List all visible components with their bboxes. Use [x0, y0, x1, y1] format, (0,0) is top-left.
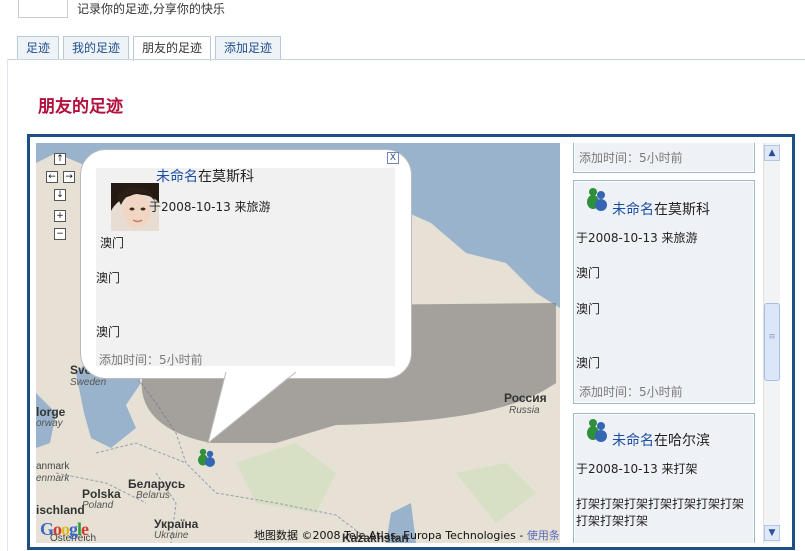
feed-place: 在哈尔滨: [654, 433, 710, 449]
close-icon[interactable]: X: [387, 152, 399, 164]
info-window-tail: [207, 371, 297, 445]
popup-line: 澳门: [96, 271, 121, 285]
tab-my-footprints[interactable]: 我的足迹: [63, 36, 130, 59]
pan-right-button[interactable]: →: [63, 171, 75, 183]
map-label-russia: Россия: [504, 391, 547, 405]
scroll-down-button[interactable]: ▼: [764, 525, 780, 541]
tab-add-footprint[interactable]: 添加足迹: [215, 36, 282, 59]
scrollbar-grip-icon: ≡: [768, 332, 776, 342]
scrollbar-thumb[interactable]: ≡: [764, 303, 780, 381]
pan-left-button[interactable]: ←: [46, 171, 58, 183]
map-label-germany: ischland: [36, 503, 85, 517]
popup-line: 澳门: [96, 325, 121, 339]
popup-title: 未命名在莫斯科: [156, 166, 254, 186]
map-label-ukraine-latin: Ukraine: [154, 530, 189, 541]
map-label-poland: Polska: [82, 487, 121, 501]
info-window-content: 未命名在莫斯科 于2008-10-13 来旅游 澳门 澳门 澳门 添加时间：5小…: [96, 166, 395, 367]
popup-added-time: 添加时间：5小时前: [99, 353, 203, 367]
feed-user-link[interactable]: 未命名: [612, 433, 654, 449]
scroll-up-button[interactable]: ▲: [764, 145, 780, 161]
tab-friends-footprints[interactable]: 朋友的足迹: [133, 36, 212, 61]
popup-place: 在莫斯科: [198, 169, 254, 185]
feed-line: 澳门: [576, 266, 601, 280]
map-label-belarus-latin: Belarus: [136, 490, 170, 501]
map-label-poland-latin: Poland: [82, 500, 114, 511]
map-label-ukraine: Україна: [154, 517, 199, 531]
feed-card: 未命名在莫斯科 于2008-10-13 来旅游 澳门 澳门 澳门 添加时间：5小…: [573, 180, 755, 404]
feed-line: 澳门: [576, 356, 601, 370]
zoom-out-button[interactable]: −: [54, 228, 66, 240]
zoom-in-button[interactable]: +: [54, 210, 66, 222]
info-window: 未命名在莫斯科 于2008-10-13 来旅游 澳门 澳门 澳门 添加时间：5小…: [80, 149, 412, 379]
popup-user-link[interactable]: 未命名: [156, 169, 198, 185]
pan-down-button[interactable]: ↓: [54, 189, 66, 201]
feed-added-time: 添加时间：5小时前: [579, 151, 683, 165]
map-panel: Россия Russia Sve Sweden lorge orway anm…: [27, 134, 795, 550]
tab-divider: [7, 59, 805, 60]
map-label-norway-latin: orway: [36, 418, 63, 429]
pan-up-button[interactable]: ↑: [54, 153, 66, 165]
feed-date-line: 于2008-10-13 来打架: [576, 462, 698, 476]
map-label-russia-latin: Russia: [509, 405, 540, 416]
feed-added-time: 添加时间：5小时前: [579, 385, 683, 399]
popup-date-line: 于2008-10-13 来旅游: [149, 200, 271, 214]
site-tagline: 记录你的足迹,分享你的快乐: [77, 2, 225, 16]
site-logo: [18, 0, 68, 18]
tab-footprints[interactable]: 足迹: [17, 36, 60, 59]
map-label-denmark: anmark: [36, 461, 70, 472]
feed-date-line: 于2008-10-13 来旅游: [576, 231, 698, 245]
map-label-denmark-latin: enmark: [36, 473, 70, 484]
feed-line: 澳门: [576, 302, 601, 316]
feed-user-link[interactable]: 未命名: [612, 202, 654, 218]
map-copyright: 地图数据 ©2008 Tele Atlas, Europa Technologi…: [254, 527, 560, 543]
footprint-feed: 添加时间：5小时前 未命名在莫斯科 于2008-10-13 来旅游 澳门 澳门 …: [568, 143, 758, 543]
terms-of-use-link[interactable]: 使用条款: [527, 529, 560, 542]
google-logo: Google: [40, 519, 89, 539]
feed-card-title: 未命名在莫斯科: [612, 199, 710, 219]
feed-body: 打架打架打架打架打架打架打架打架打架打架: [576, 497, 745, 528]
feed-card-title: 未命名在哈尔滨: [612, 430, 710, 450]
feed-card: 未命名在哈尔滨 于2008-10-13 来打架 打架打架打架打架打架打架打架打架…: [573, 413, 755, 543]
tab-bar: 足迹 我的足迹 朋友的足迹 添加足迹: [17, 36, 282, 61]
feed-card: 添加时间：5小时前: [573, 143, 755, 173]
map-label-belarus: Беларусь: [128, 477, 186, 491]
map-label-norway: lorge: [36, 405, 66, 419]
content-left-rule: [7, 59, 8, 551]
map-view[interactable]: Россия Russia Sve Sweden lorge orway anm…: [36, 143, 560, 543]
popup-line: 澳门: [100, 236, 125, 250]
page-title: 朋友的足迹: [38, 97, 123, 117]
users-icon: [587, 419, 607, 442]
users-icon: [587, 188, 607, 211]
copyright-text: 地图数据 ©2008 Tele Atlas, Europa Technologi…: [254, 529, 527, 542]
feed-scrollbar[interactable]: ▲ ≡ ▼: [763, 143, 780, 543]
feed-place: 在莫斯科: [654, 202, 710, 218]
